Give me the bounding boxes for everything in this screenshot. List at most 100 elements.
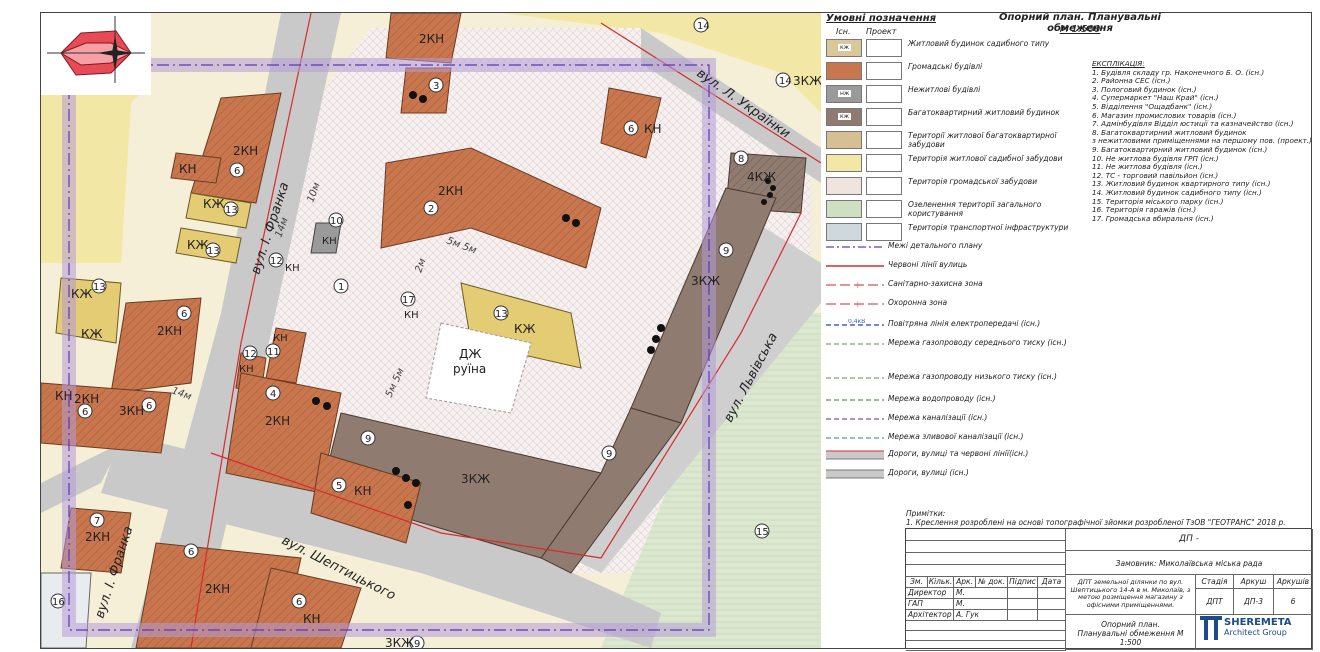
lbl-kj13-mid: КЖ [514, 322, 536, 336]
legend-item: нж Нежитлові будівлі [826, 85, 1071, 105]
legend-line-label: Мережа газопроводу низького тиску (існ.) [888, 372, 1057, 381]
legend-item-label: Територія громадської забудови [908, 177, 1038, 186]
lbl-2kn-bl: 2КН [74, 392, 99, 406]
legend-item: Громадські будівлі [826, 62, 1071, 82]
lbl-2kn-7: 2КН [85, 530, 110, 544]
lbl-n6-bot: 6 [188, 547, 194, 558]
lbl-kj-13b: КЖ [187, 238, 209, 252]
stamp-sheet-label: Аркуш [1234, 575, 1274, 589]
lbl-4kj: 4КЖ [747, 170, 776, 184]
map-view[interactable]: 2КН 3 14 14 3КЖ 6 КН 2 2КН 8 4КЖ 9 3КЖ 1… [41, 13, 821, 648]
building-3[interactable] [400, 67, 452, 114]
legend-line-sample: + [826, 300, 884, 310]
lbl-2kn-4: 2КН [265, 414, 290, 428]
lbl-kn-tr: КН [644, 122, 662, 136]
legend-line-item: + Охоронна зона [826, 298, 1071, 310]
legend-line-label: Дороги, вулиці (існ.) [888, 468, 969, 477]
logo-sub: Architect Group [1224, 628, 1287, 637]
explication: ЕКСПЛІКАЦІЯ: 1. Будівля складу гр. Након… [1092, 59, 1316, 224]
lbl-ruina: руїна [453, 362, 486, 376]
legend-line-item: Дороги, вулиці (існ.) [826, 468, 1071, 480]
legend-line-label: Мережа газопроводу середнього тиску (існ… [888, 338, 1067, 347]
lbl-kn17: КН [404, 310, 419, 321]
legend-item: Території житлової багатоквартирної забу… [826, 131, 1071, 151]
lbl-2kn-bot: 2КН [205, 582, 230, 596]
notes: Примітки: 1. Креслення розроблені на осн… [906, 509, 1316, 527]
legend-item: Озеленення території загального користув… [826, 200, 1071, 220]
stamp-code: ДП - [1066, 529, 1313, 551]
legend-line-label: Повітряна лінія електропередачі (існ.) [888, 319, 1041, 328]
lbl-kj-c: КЖ [81, 327, 103, 341]
legend-line-item: Дороги, вулиці та червоні лінії(існ.) [826, 449, 1071, 461]
lbl-n14: 14 [697, 21, 710, 32]
lbl-2kn-2: 2КН [438, 184, 463, 198]
legend-swatch-project [866, 200, 902, 218]
legend-line-sample [826, 437, 884, 439]
legend-swatch-existing [826, 223, 862, 241]
legend-item-label: Житловий будинок садибного типу [908, 39, 1050, 48]
legend-line-label: Мережа зливової каналізації (існ.) [888, 432, 1024, 441]
stamp-person-name: М. Шеремета [954, 588, 1008, 599]
legend-swatch-project [866, 39, 902, 57]
stamp-header-cell: Дата [1038, 577, 1066, 588]
lbl-n14b: 14 [779, 76, 792, 87]
stamp-empty-row [906, 641, 1066, 651]
lbl-n9-r: 9 [723, 246, 729, 257]
legend-swatch-existing [826, 131, 862, 149]
lbl-kn10: КН [322, 236, 337, 247]
site-plan-svg: 2КН 3 14 14 3КЖ 6 КН 2 2КН 8 4КЖ 9 3КЖ 1… [41, 13, 821, 648]
stamp-date [1038, 610, 1066, 621]
stamp-stage: ДПТ [1196, 589, 1234, 615]
stamp-person-name: М. Шеремета [954, 599, 1008, 610]
logo-icon [1200, 616, 1222, 640]
stamp-role: Директор [906, 588, 954, 599]
lbl-n6-l2: 6 [181, 309, 187, 320]
legend-line-sample [826, 265, 884, 267]
lbl-n13-mid: 13 [495, 309, 508, 320]
lbl-kn12-l: КН [239, 364, 254, 375]
stamp-header-cell: Арк. [954, 577, 976, 588]
legend-title: Умовні позначення [826, 13, 937, 24]
notes-title: Примітки: [906, 509, 946, 518]
stamp-header-cell: № док. [976, 577, 1008, 588]
compass-rose [41, 13, 151, 95]
lbl-n12-l: 12 [244, 349, 257, 360]
explication-item: 17. Громадська вбиральня (існ.) [1092, 213, 1214, 223]
lbl-kj-13a: КЖ [203, 197, 225, 211]
lbl-n11: 11 [267, 347, 280, 358]
stamp-empty-row [906, 621, 1066, 631]
lbl-kn12-top: КН [285, 263, 300, 274]
lbl-n13c: 13 [93, 282, 106, 293]
legend-swatch-mark: кж [838, 113, 852, 120]
lbl-n4: 4 [270, 389, 276, 400]
legend-swatch-mark: кж [838, 44, 852, 51]
svg-text:0,4кВ: 0,4кВ [848, 319, 865, 325]
legend-line-item: Мережа зливової каналізації (існ.) [826, 432, 1071, 444]
legend-swatch-existing [826, 62, 862, 80]
legend-col-existing: Існ. [836, 27, 851, 36]
lbl-n12-top: 12 [270, 256, 283, 267]
legend-line-sample: 0,4кВ [826, 319, 884, 326]
stamp-header-cell: Кільк. [928, 577, 954, 588]
stamp-role: ГАП [906, 599, 954, 610]
lbl-kn-bot2: КН [303, 612, 321, 626]
legend-swatch-project [866, 223, 902, 241]
legend-item-label: Озеленення території загального користув… [908, 200, 1042, 218]
legend-line-item: Мережа газопроводу середнього тиску (існ… [826, 338, 1071, 350]
lbl-n15: 15 [756, 527, 769, 538]
lbl-n8: 8 [738, 154, 744, 165]
legend-swatch-project [866, 131, 902, 149]
lbl-3kj-14b: 3КЖ [793, 74, 821, 88]
lbl-dj: ДЖ [459, 347, 481, 361]
explication-items: 1. Будівля складу гр. Наконечного Б. О. … [1092, 68, 1316, 224]
lbl-n7: 7 [94, 516, 100, 527]
legend-line-item: Мережа каналізації (існ.) [826, 413, 1071, 425]
company-logo: SHEREMETA Architect Group [1198, 614, 1308, 644]
lbl-n13b: 13 [207, 246, 220, 257]
stamp-empty-row [906, 631, 1066, 641]
legend-line-sample [826, 399, 884, 401]
legend-swatch-existing: нж [826, 85, 862, 103]
legend-swatch-existing: кж [826, 108, 862, 126]
lbl-kn-bl: КН [55, 389, 73, 403]
lbl-kn-l1: КН [179, 162, 197, 176]
